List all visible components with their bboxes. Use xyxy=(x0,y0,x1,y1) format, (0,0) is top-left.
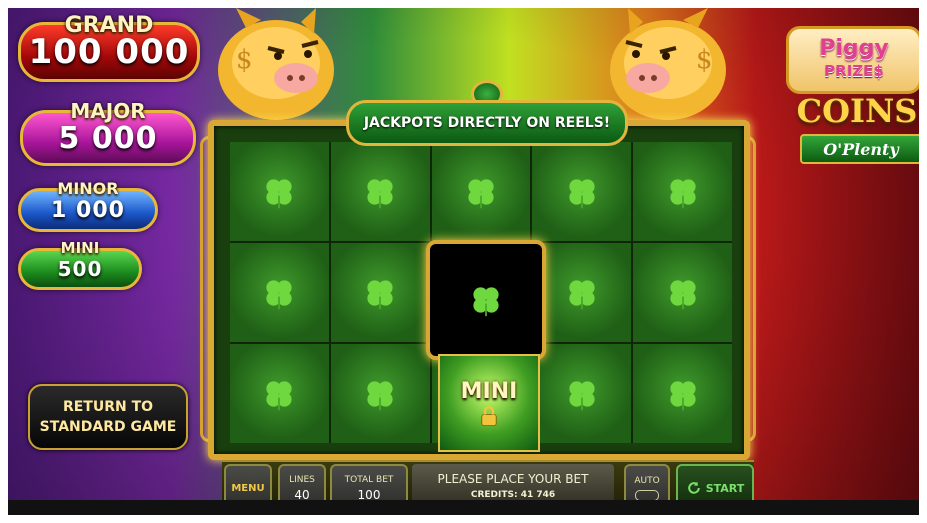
clover-icon xyxy=(669,380,696,410)
reel-cell xyxy=(431,142,531,241)
highlighted-reel-cell xyxy=(426,240,546,360)
clover-icon xyxy=(367,380,393,410)
reel-cell xyxy=(330,344,430,443)
toggle-switch-icon xyxy=(635,489,659,501)
jackpot-major-value: 5 000 xyxy=(58,120,158,156)
clover-icon xyxy=(367,279,393,309)
jackpot-grand-label: GRAND xyxy=(64,13,154,38)
jackpots-banner: JACKPOTS DIRECTLY ON REELS! xyxy=(346,100,628,146)
reel-cell xyxy=(230,142,329,241)
lines-label: LINES xyxy=(289,474,315,485)
jackpot-minor: MINOR 1 000 xyxy=(18,179,158,232)
reel-cell xyxy=(633,243,732,342)
logo-oplenty: O'Plenty xyxy=(800,134,919,164)
lock-icon xyxy=(481,405,497,426)
jackpot-grand: GRAND 100 000 xyxy=(18,13,200,82)
reel-cell xyxy=(532,344,632,443)
jackpot-mini-label: MINI xyxy=(60,239,100,257)
clover-icon xyxy=(266,279,292,309)
auto-label: AUTO xyxy=(634,475,660,486)
jackpot-minor-value: 1 000 xyxy=(51,197,125,223)
menu-label: MENU xyxy=(231,482,265,494)
clover-icon xyxy=(367,178,393,208)
reel-cell xyxy=(230,344,329,443)
return-to-standard-game-button[interactable]: RETURN TO STANDARD GAME xyxy=(28,384,188,450)
clover-icon xyxy=(569,380,595,410)
clover-icon xyxy=(266,380,292,410)
clover-icon xyxy=(266,178,292,208)
reel-cell xyxy=(633,344,732,443)
jackpot-mini: MINI 500 xyxy=(18,239,142,290)
clover-icon xyxy=(669,279,696,309)
credits-display: CREDITS: 41 746 xyxy=(470,490,556,500)
jackpot-minor-label: MINOR xyxy=(57,179,119,198)
return-button-line1: RETURN TO xyxy=(62,399,154,415)
mini-symbol-text: MINI xyxy=(460,378,518,404)
piggy-prizes-logo: Piggy PRIZE$ xyxy=(786,26,919,94)
jackpot-grand-value: 100 000 xyxy=(28,32,190,72)
start-label: START xyxy=(705,481,745,495)
clover-icon xyxy=(569,279,595,309)
refresh-icon xyxy=(687,481,700,494)
reel-cell xyxy=(230,243,329,342)
jackpot-major: MAJOR 5 000 xyxy=(20,99,196,166)
logo-piggy: Piggy xyxy=(819,36,889,61)
return-button-line2: STANDARD GAME xyxy=(39,419,177,435)
clover-icon xyxy=(569,178,595,208)
place-bet-message: PLEASE PLACE YOUR BET xyxy=(437,472,589,486)
logo-coins: COINS xyxy=(796,92,918,130)
total-bet-label: TOTAL BET xyxy=(344,474,394,485)
reel-cell xyxy=(330,142,430,241)
reel-cell xyxy=(633,142,732,241)
jackpot-mini-value: 500 xyxy=(57,257,103,281)
pig-mascot-left-icon: $ xyxy=(218,8,334,120)
jackpot-major-label: MAJOR xyxy=(70,99,146,123)
svg-text:$: $ xyxy=(696,45,713,75)
clover-icon xyxy=(473,287,499,317)
pig-mascot-right-icon: $ xyxy=(610,8,726,120)
logo-prizes: PRIZE$ xyxy=(824,62,884,80)
clover-icon xyxy=(669,178,696,208)
reel-cell xyxy=(532,142,632,241)
game-screen: GRAND 100 000 MAJOR 5 000 MINOR 1 000 MI… xyxy=(8,8,919,515)
mini-jackpot-symbol: MINI xyxy=(438,354,540,452)
reel-cell xyxy=(532,243,632,342)
status-footer xyxy=(8,500,919,515)
reel-cell xyxy=(330,243,430,342)
svg-text:$: $ xyxy=(236,45,253,75)
clover-icon xyxy=(468,178,494,208)
